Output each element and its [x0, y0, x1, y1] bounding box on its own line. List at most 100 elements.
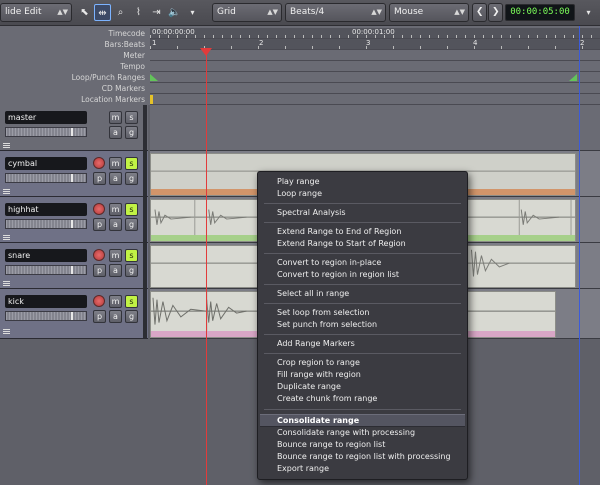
menu-handle-icon[interactable] — [3, 143, 10, 149]
record-arm-button[interactable] — [93, 249, 105, 261]
menu-item-fill-range[interactable]: Fill range with region — [260, 369, 465, 381]
mute-button[interactable]: m — [109, 203, 122, 216]
edit-mode-select[interactable]: lide Edit ▲▼ — [0, 3, 72, 22]
loop-punch-ruler[interactable] — [150, 72, 600, 83]
track-name-field[interactable]: highhat — [5, 203, 87, 216]
playlist-button[interactable]: p — [93, 264, 106, 277]
bars-beats-ruler[interactable]: 1 2 3 4 2 — [150, 39, 600, 50]
nudge-clock[interactable]: 00:00:05:00 — [505, 4, 575, 21]
gain-fader[interactable] — [5, 219, 87, 229]
range-tool-icon[interactable]: ⇹ — [94, 4, 111, 21]
draw-tool-icon[interactable]: ⌇ — [130, 4, 147, 21]
track-name-field[interactable]: kick — [5, 295, 87, 308]
automation-button[interactable]: a — [109, 310, 122, 323]
record-arm-button[interactable] — [93, 295, 105, 307]
record-arm-button[interactable] — [93, 157, 105, 169]
menu-item-export-range[interactable]: Export range — [260, 463, 465, 475]
location-marker[interactable] — [150, 95, 153, 104]
ruler-label-location-markers: Location Markers — [81, 95, 145, 104]
chevron-updown-icon: ▲▼ — [57, 8, 68, 16]
gain-fader[interactable] — [5, 127, 87, 137]
ruler-label-timecode: Timecode — [108, 29, 145, 38]
timecode-ruler[interactable]: 00:00:00:00 00:00:01:00 — [150, 28, 600, 39]
record-arm-button[interactable] — [93, 203, 105, 215]
ruler-label-cd-markers: CD Markers — [101, 84, 145, 93]
snap-mode-value: Mouse — [394, 7, 424, 17]
cd-markers-ruler[interactable] — [150, 83, 600, 94]
track-name-field[interactable]: master — [5, 111, 87, 124]
automation-button[interactable]: a — [109, 218, 122, 231]
grab-tool-icon[interactable]: ⬉ — [76, 4, 93, 21]
menu-item-duplicate-range[interactable]: Duplicate range — [260, 381, 465, 393]
group-button[interactable]: g — [125, 264, 138, 277]
mute-button[interactable]: m — [109, 249, 122, 262]
automation-button[interactable]: a — [109, 264, 122, 277]
menu-handle-icon[interactable] — [3, 281, 10, 287]
playhead-line[interactable] — [206, 48, 207, 485]
track-header-cymbal: cymbal m s p a g — [0, 151, 148, 197]
group-button[interactable]: g — [125, 172, 138, 185]
clock-mode-icon[interactable]: ▾ — [580, 4, 597, 21]
audition-tool-icon[interactable]: 🔈 — [166, 4, 183, 21]
menu-item-crop-region[interactable]: Crop region to range — [260, 357, 465, 369]
menu-item-play-range[interactable]: Play range — [260, 176, 465, 188]
track-header-kick: kick m s p a g — [0, 289, 148, 339]
menu-item-convert-to-list[interactable]: Convert to region in region list — [260, 269, 465, 281]
nudge-right-button[interactable]: ❯ — [488, 3, 503, 22]
solo-button[interactable]: s — [125, 249, 138, 262]
menu-item-create-chunk[interactable]: Create chunk from range — [260, 393, 465, 405]
solo-button[interactable]: s — [125, 111, 138, 124]
menu-item-extend-to-start[interactable]: Extend Range to Start of Region — [260, 238, 465, 250]
track-name-field[interactable]: cymbal — [5, 157, 87, 170]
zoom-tool-icon[interactable]: ⌕ — [112, 4, 129, 21]
mute-button[interactable]: m — [109, 111, 122, 124]
menu-item-set-punch[interactable]: Set punch from selection — [260, 319, 465, 331]
grid-type-select[interactable]: Grid ▲▼ — [212, 3, 282, 22]
menu-item-spectral-analysis[interactable]: Spectral Analysis — [260, 207, 465, 219]
snap-mode-select[interactable]: Mouse ▲▼ — [389, 3, 469, 22]
group-button[interactable]: g — [125, 218, 138, 231]
menu-item-extend-to-end[interactable]: Extend Range to End of Region — [260, 226, 465, 238]
playlist-button[interactable]: p — [93, 172, 106, 185]
track-name-field[interactable]: snare — [5, 249, 87, 262]
automation-button[interactable]: a — [109, 172, 122, 185]
gain-fader[interactable] — [5, 265, 87, 275]
menu-item-bounce-with-processing[interactable]: Bounce range to region list with process… — [260, 451, 465, 463]
playlist-button[interactable]: p — [93, 310, 106, 323]
group-button[interactable]: g — [125, 310, 138, 323]
meter-ruler[interactable] — [150, 50, 600, 61]
track-lane-master[interactable] — [150, 105, 600, 151]
menu-item-set-loop[interactable]: Set loop from selection — [260, 307, 465, 319]
mute-button[interactable]: m — [109, 295, 122, 308]
menu-handle-icon[interactable] — [3, 235, 10, 241]
menu-item-add-range-markers[interactable]: Add Range Markers — [260, 338, 465, 350]
gain-fader[interactable] — [5, 173, 87, 183]
menu-handle-icon[interactable] — [3, 329, 10, 335]
solo-button[interactable]: s — [125, 203, 138, 216]
menu-item-loop-range[interactable]: Loop range — [260, 188, 465, 200]
menu-handle-icon[interactable] — [3, 189, 10, 195]
automation-button[interactable]: a — [109, 126, 122, 139]
loop-end-marker[interactable] — [569, 74, 577, 81]
grid-unit-select[interactable]: Beats/4 ▲▼ — [285, 3, 386, 22]
track-header-highhat: highhat m s p a g — [0, 197, 148, 243]
mute-button[interactable]: m — [109, 157, 122, 170]
menu-item-consolidate-with-processing[interactable]: Consolidate range with processing — [260, 427, 465, 439]
tool-menu-chevron-icon[interactable]: ▾ — [184, 4, 201, 21]
location-markers-ruler[interactable] — [150, 94, 600, 105]
stretch-tool-icon[interactable]: ⇥ — [148, 4, 165, 21]
menu-item-select-all-in-range[interactable]: Select all in range — [260, 288, 465, 300]
track-header-snare: snare m s p a g — [0, 243, 148, 289]
solo-button[interactable]: s — [125, 157, 138, 170]
menu-item-convert-in-place[interactable]: Convert to region in-place — [260, 257, 465, 269]
tempo-ruler[interactable] — [150, 61, 600, 72]
solo-button[interactable]: s — [125, 295, 138, 308]
loop-start-marker[interactable] — [150, 74, 158, 81]
playlist-button[interactable]: p — [93, 218, 106, 231]
menu-item-consolidate-range[interactable]: Consolidate range — [260, 414, 465, 427]
menu-item-bounce-range[interactable]: Bounce range to region list — [260, 439, 465, 451]
group-button[interactable]: g — [125, 126, 138, 139]
ruler-label-bars: Bars:Beats — [104, 40, 145, 49]
nudge-left-button[interactable]: ❮ — [472, 3, 487, 22]
gain-fader[interactable] — [5, 311, 87, 321]
